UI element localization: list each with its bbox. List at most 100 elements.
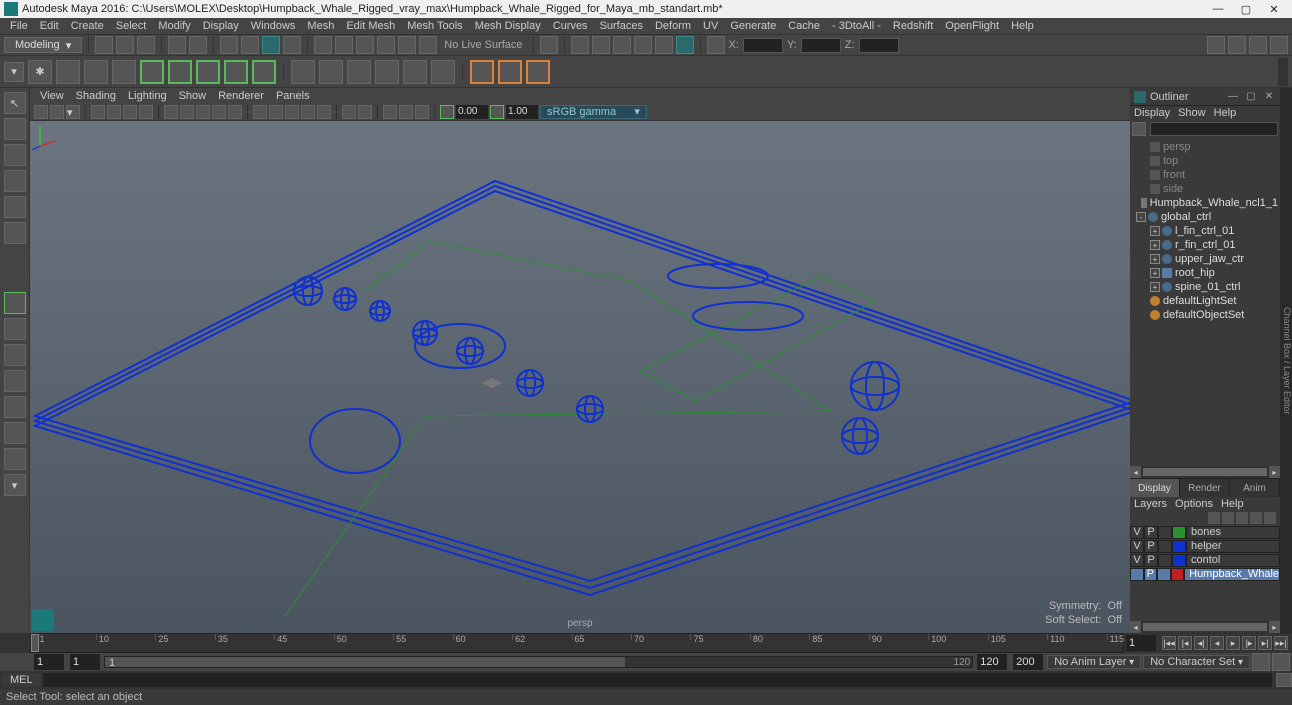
layer-type-toggle[interactable]: P [1144,568,1158,581]
tool-obj5-icon[interactable] [252,60,276,84]
layer-btn4-icon[interactable] [1250,512,1262,524]
vp-shade1-icon[interactable] [164,105,178,119]
layout-out-icon[interactable] [4,370,26,392]
range-slider[interactable]: 1 120 [104,656,973,668]
layer-btn3-icon[interactable] [1236,512,1248,524]
menu-edit[interactable]: Edit [34,20,65,32]
layer-extra-toggle[interactable] [1157,568,1171,581]
hypershade-icon[interactable] [655,36,673,54]
scroll-thumb[interactable] [1143,623,1267,631]
z-input[interactable] [859,38,899,53]
go-start-button[interactable]: |◂◂ [1162,636,1176,650]
y-input[interactable] [801,38,841,53]
menu-uv[interactable]: UV [697,20,724,32]
layer-color-swatch[interactable] [1171,568,1185,581]
paint-tool-icon[interactable] [4,144,26,166]
undo-icon[interactable] [168,36,186,54]
outliner-min-button[interactable]: — [1226,90,1240,104]
move-tool-icon[interactable] [4,170,26,192]
render-settings-icon[interactable] [613,36,631,54]
snap-live-icon[interactable] [419,36,437,54]
light-editor-icon[interactable] [676,36,694,54]
tool-obj1-icon[interactable] [140,60,164,84]
vpmenu-view[interactable]: View [34,90,70,102]
vpmenu-panels[interactable]: Panels [270,90,316,102]
layout-two-icon[interactable] [4,344,26,366]
tool-op6-icon[interactable] [431,60,455,84]
vp-iso2-icon[interactable] [358,105,372,119]
tool-op5-icon[interactable] [403,60,427,84]
redo-icon[interactable] [189,36,207,54]
range-end-input[interactable]: 120 [977,654,1007,670]
menu-meshtools[interactable]: Mesh Tools [401,20,468,32]
step-fwd-key-button[interactable]: ▸| [1258,636,1272,650]
tool-split1-icon[interactable] [470,60,494,84]
x-input[interactable] [743,38,783,53]
layer-color-swatch[interactable] [1172,554,1186,567]
menu-deform[interactable]: Deform [649,20,697,32]
anim-layer-select[interactable]: No Anim Layer ▾ [1047,655,1141,669]
menu-openflight[interactable]: OpenFlight [939,20,1005,32]
vp-img-icon[interactable]: ▾ [66,105,80,119]
new-scene-icon[interactable] [95,36,113,54]
save-scene-icon[interactable] [137,36,155,54]
outliner-item[interactable]: +root_hip [1132,266,1278,280]
layer-vis-toggle[interactable]: V [1130,540,1144,553]
rotate-tool-icon[interactable] [4,196,26,218]
outliner-max-button[interactable]: ▢ [1244,90,1258,104]
layer-new-icon[interactable] [1264,512,1276,524]
scroll-right-icon[interactable]: ▸ [1269,466,1280,478]
vpmenu-lighting[interactable]: Lighting [122,90,173,102]
menu-display[interactable]: Display [197,20,245,32]
snap-point-icon[interactable] [356,36,374,54]
tree-expand-icon[interactable]: - [1136,212,1146,222]
vp-iso1-icon[interactable] [342,105,356,119]
outmenu-help[interactable]: Help [1214,107,1237,119]
snap-surface-icon[interactable] [398,36,416,54]
select-tool-icon[interactable]: ↖ [4,92,26,114]
tool-op1-icon[interactable] [291,60,315,84]
shelf-scroll[interactable] [1278,58,1288,86]
layer-vis-toggle[interactable]: V [1130,526,1144,539]
render-icon[interactable] [571,36,589,54]
scroll-left-icon[interactable]: ◂ [1130,621,1141,633]
tool-split3-icon[interactable] [526,60,550,84]
layout-icon3[interactable] [1249,36,1267,54]
outliner-item[interactable]: persp [1132,140,1278,154]
tool-op4-icon[interactable] [375,60,399,84]
layout-icon1[interactable] [1207,36,1225,54]
vp-xray2-icon[interactable] [399,105,413,119]
menu-mesh[interactable]: Mesh [301,20,340,32]
layer-row[interactable]: PHumpback_Whale [1130,567,1280,581]
layer-type-toggle[interactable]: P [1144,540,1158,553]
scroll-right-icon[interactable]: ▸ [1269,621,1280,633]
vp-shade2-icon[interactable] [180,105,194,119]
menu-meshdisplay[interactable]: Mesh Display [469,20,547,32]
layermenu-layers[interactable]: Layers [1134,498,1167,510]
layer-color-swatch[interactable] [1172,526,1186,539]
menu-modify[interactable]: Modify [152,20,196,32]
outliner-item[interactable]: +spine_01_ctrl [1132,280,1278,294]
lasso-tool-icon[interactable] [4,118,26,140]
xyz-icon[interactable] [707,36,725,54]
step-back-key-button[interactable]: |◂ [1178,636,1192,650]
snap-plane-icon[interactable] [377,36,395,54]
vp-grid-icon[interactable] [91,105,105,119]
vp-shade3-icon[interactable] [196,105,210,119]
anim-start-input[interactable]: 1 [34,654,64,670]
script-editor-icon[interactable] [1276,673,1292,687]
outliner-hscroll[interactable]: ◂ ▸ [1130,466,1280,478]
mel-label[interactable]: MEL [2,673,41,687]
outliner-item[interactable]: +r_fin_ctrl_01 [1132,238,1278,252]
outliner-item[interactable]: defaultObjectSet [1132,308,1278,322]
vpmenu-show[interactable]: Show [173,90,213,102]
layout-four-icon[interactable] [4,318,26,340]
menu-help[interactable]: Help [1005,20,1040,32]
step-fwd-button[interactable]: |▸ [1242,636,1256,650]
outmenu-show[interactable]: Show [1178,107,1206,119]
sel-mode3-icon[interactable] [262,36,280,54]
vp-gamma-value[interactable]: 1.00 [506,105,538,119]
outliner-close-button[interactable]: ✕ [1262,90,1276,104]
layer-extra-toggle[interactable] [1158,540,1172,553]
menu-create[interactable]: Create [65,20,110,32]
